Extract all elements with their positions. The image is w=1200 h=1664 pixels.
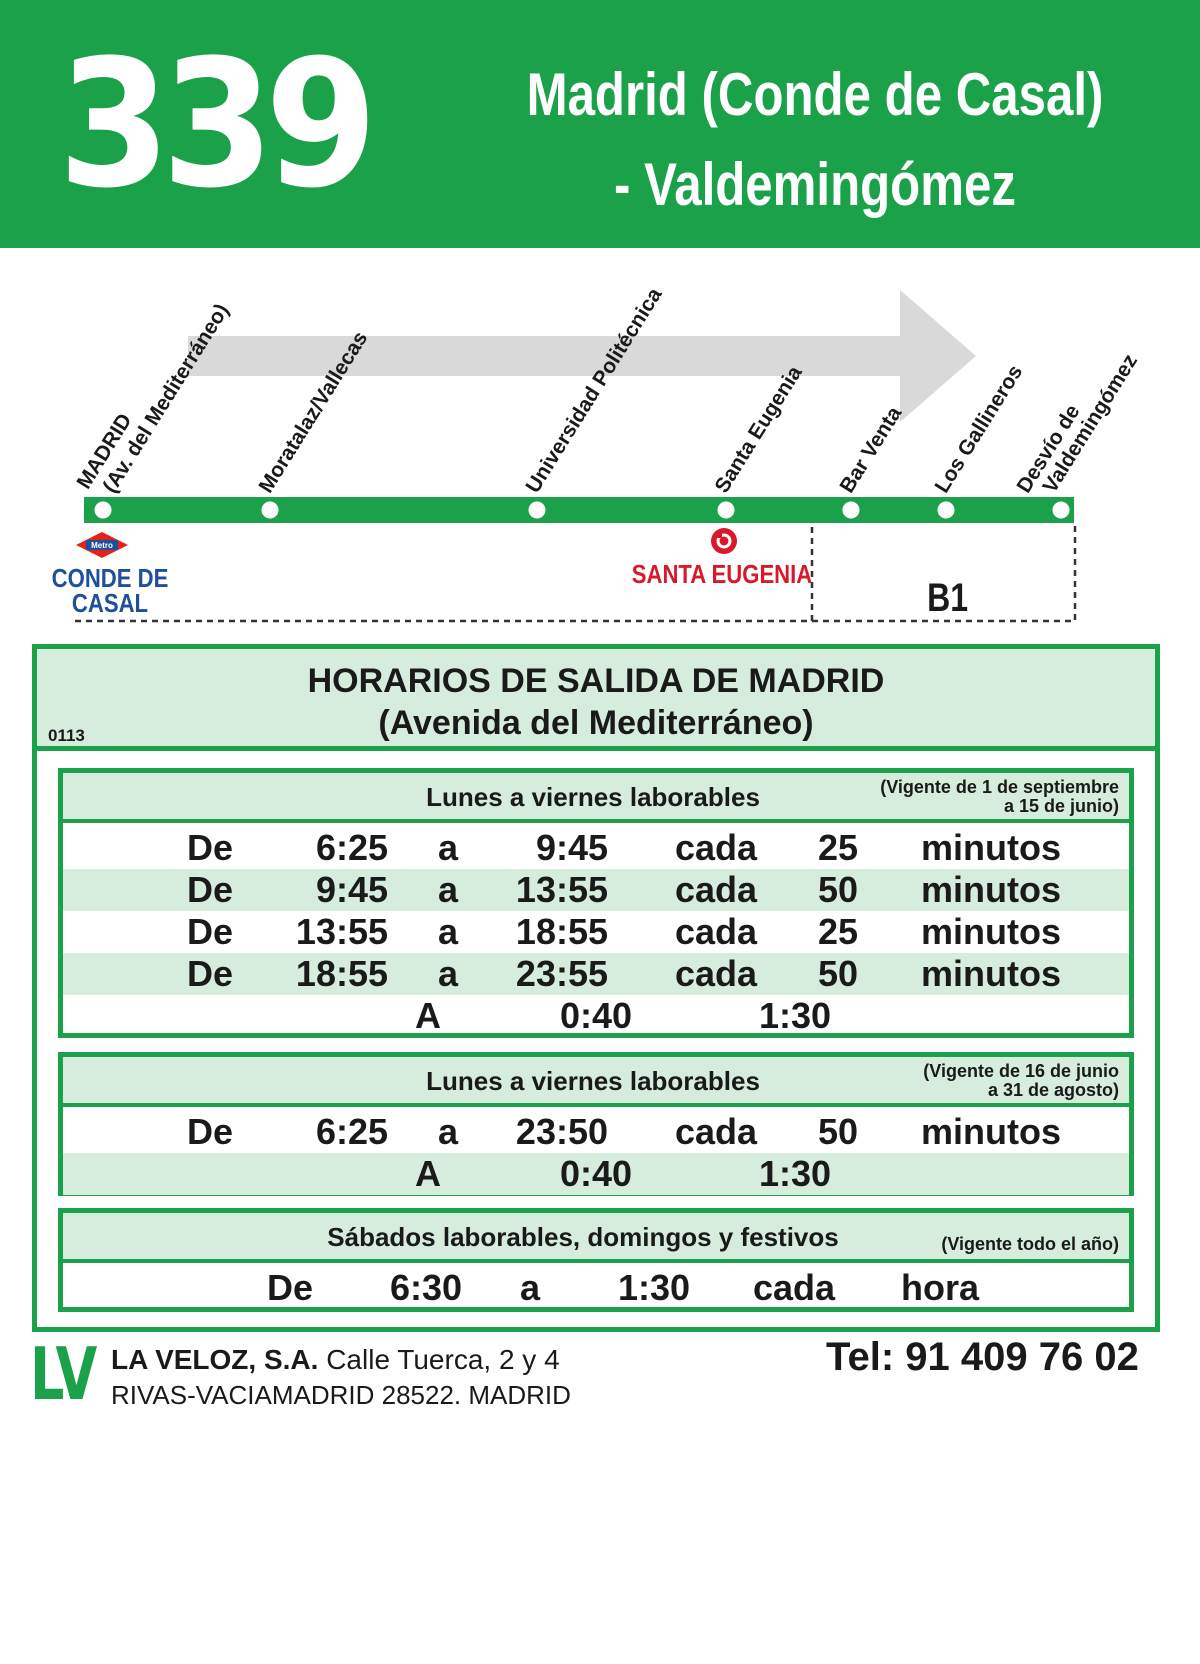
zone-label: B1 (927, 576, 969, 620)
block-title: Sábados laborables, domingos y festivos (327, 1222, 839, 1252)
train-logo-icon (711, 528, 737, 554)
schedule-title-line1: HORARIOS DE SALIDA DE MADRID (307, 662, 885, 700)
block-title: Lunes a viernes laborables (426, 1066, 760, 1096)
table-row: De 6:25 a 23:50 cada 50 minutos (187, 1111, 1061, 1152)
schedule-block-weekend: Sábados laborables, domingos y festivos … (58, 1208, 1134, 1312)
route-title-line2: - Valdemingómez (614, 151, 1016, 218)
table-row: De 18:55 a 23:55 cada 50 minutos (63, 953, 1129, 995)
stop-dot-los-gallineros (937, 501, 955, 519)
table-row: De 13:55 a 18:55 cada 25 minutos (187, 911, 1061, 952)
route-map: Metro (75, 290, 1077, 623)
route-title-line1: Madrid (Conde de Casal) (526, 61, 1104, 128)
table-row: De 6:25 a 9:45 cada 25 minutos (187, 827, 1061, 868)
schedule-title: HORARIOS DE SALIDA DE MADRID (Avenida de… (37, 660, 1155, 744)
schedule-title-line2: (Avenida del Mediterráneo) (378, 704, 814, 742)
company-street: Calle Tuerca, 2 y 4 (326, 1344, 560, 1375)
company-address-line2: RIVAS-VACIAMADRID 28522. MADRID (111, 1380, 571, 1410)
stop-dot-universidad (528, 501, 546, 519)
stop-dot-madrid (94, 501, 112, 519)
block-title: Lunes a viernes laborables (426, 782, 760, 812)
extra-departures-row: A 0:40 1:30 (415, 995, 832, 1036)
extra-departures-row: A 0:40 1:30 (63, 1153, 1129, 1195)
metro-station-line2: CASAL (71, 588, 149, 618)
stop-dot-santa-eugenia (717, 501, 735, 519)
stop-dot-moratalaz (261, 501, 279, 519)
block-validity-note: (Vigente todo el año) (941, 1234, 1119, 1254)
schedule-block-weekday-summer: Lunes a viernes laborables (Vigente de 1… (58, 1052, 1134, 1196)
company-name: LA VELOZ, S.A. (111, 1344, 319, 1375)
block-header: Lunes a viernes laborables (Vigente de 1… (63, 773, 1129, 823)
schedule-block-weekday-winter: Lunes a viernes laborables (Vigente de 1… (58, 768, 1134, 1038)
stop-dot-valdemingomez (1052, 501, 1070, 519)
block-header: Lunes a viernes laborables (Vigente de 1… (63, 1057, 1129, 1107)
block-validity-note: (Vigente de 1 de septiembre a 15 de junio… (880, 777, 1119, 816)
phone-number: Tel: 91 409 76 02 (826, 1335, 1139, 1379)
block-header: Sábados laborables, domingos y festivos … (63, 1213, 1129, 1263)
route-number: 339 (58, 22, 378, 227)
route-line (84, 497, 1074, 523)
metro-badge-text: Metro (91, 541, 113, 550)
train-station-name: SANTA EUGENIA (631, 559, 813, 589)
table-row: De 6:30 a 1:30 cada hora (267, 1267, 980, 1308)
block-validity-note: (Vigente de 16 de junio a 31 de agosto) (923, 1061, 1119, 1100)
company-logo: LV (30, 1332, 97, 1416)
table-row: De 9:45 a 13:55 cada 50 minutos (63, 869, 1129, 911)
stop-dot-bar-venta (842, 501, 860, 519)
company-address-line1: LA VELOZ, S.A. Calle Tuerca, 2 y 4 (111, 1344, 560, 1376)
